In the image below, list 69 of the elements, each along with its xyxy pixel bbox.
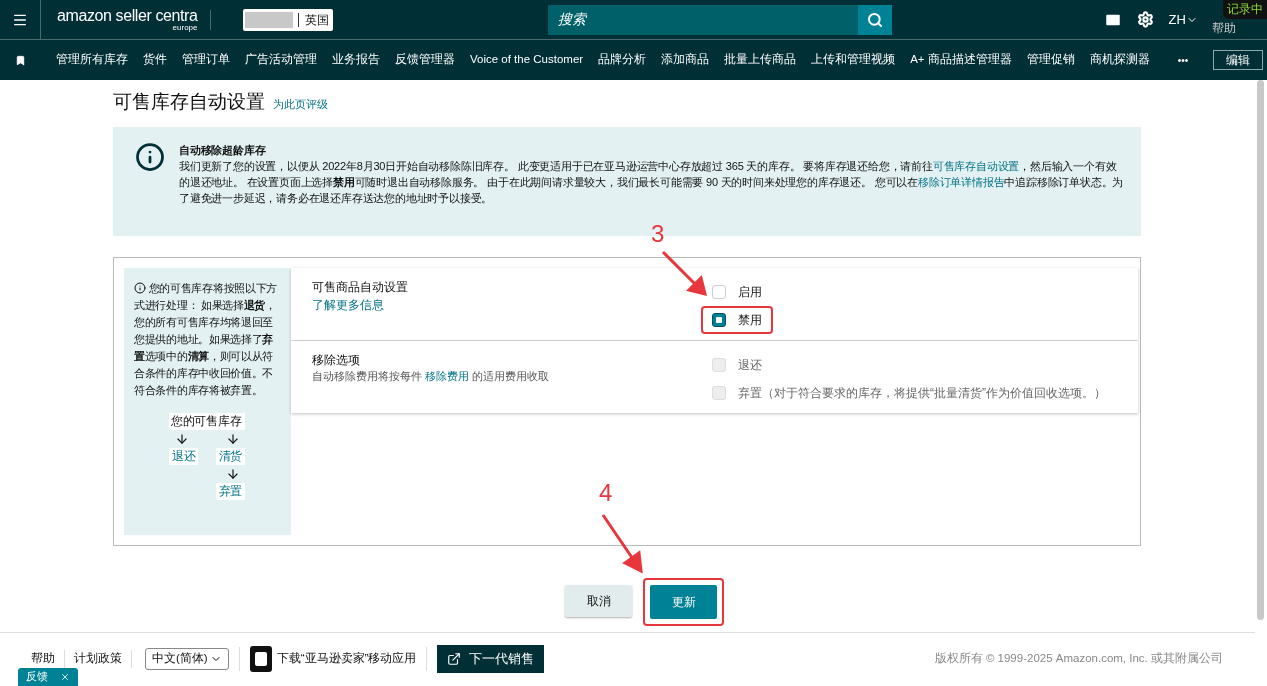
nav-link[interactable]: A+ 商品描述管理器 — [910, 51, 1012, 69]
nav-link[interactable]: 管理所有库存 — [56, 51, 128, 69]
checkbox[interactable] — [712, 312, 726, 327]
nav-link[interactable]: 管理促销 — [1026, 51, 1075, 69]
banner-link[interactable]: 可售库存自动设置 — [932, 159, 1020, 172]
info-icon — [135, 141, 165, 172]
flow-node: 退还 — [169, 447, 199, 465]
nav-link[interactable]: Voice of the Customer — [470, 51, 584, 69]
settings-icon[interactable] — [1136, 11, 1154, 28]
search-input[interactable]: 搜索 — [557, 9, 848, 30]
next-gen-button[interactable]: 下一代销售 — [437, 645, 545, 673]
step-number: 3 — [651, 218, 665, 249]
banner-text: 我们更新了您的设置，以便从 2022年8月30日开始自动移除陈旧库存。 此变更适用于已在亚马逊运营中心存放超过 365 天的库存。 要将库存退还给您，请前往可售库存自动设置，然后输入一个有效的退还地址。 在设置页面上选择禁用可随时退出自动移除服务。 由于在此期间请求量较大，我们最长可能需要 90 天的时间来处理您的库存退还。 您可以在移除订单详情报告中追踪移除订单状态。为了避免进一步延迟，请务必在退还库存送达您的地址时予以接受。 — [179, 158, 1125, 206]
search-icon — [866, 11, 883, 28]
nav-link[interactable]: 反馈管理器 — [395, 51, 455, 69]
logo[interactable]: amazon seller centra europe — [57, 7, 198, 32]
page-title: 可售库存自动设置 — [113, 90, 265, 114]
help-link[interactable]: 帮助 — [1211, 20, 1236, 35]
nav-link[interactable]: 添加商品 — [661, 51, 710, 69]
marketplace-name: 英国 — [304, 11, 329, 29]
setting-description: 自动移除费用将按每件 移除费用 的适用费用收取 — [312, 368, 550, 384]
update-button[interactable]: 更新 — [650, 584, 717, 619]
recording-badge: 记录中 — [1223, 0, 1267, 19]
app-icon — [249, 646, 272, 672]
more-button[interactable]: ••• — [1177, 52, 1189, 68]
external-link-icon — [447, 652, 462, 666]
nav-link[interactable]: 管理订单 — [182, 51, 230, 69]
nav-link[interactable]: 业务报告 — [332, 51, 380, 69]
learn-more-link[interactable]: 了解更多信息 — [312, 297, 384, 312]
close-icon[interactable] — [60, 672, 70, 682]
option-label: 退还 — [738, 356, 762, 374]
feedback-label: 反馈 — [26, 669, 48, 685]
banner-link[interactable]: 移除订单详情报告 — [917, 175, 1005, 188]
language-dropdown[interactable]: ZH — [1168, 9, 1198, 30]
explainer-text: 您的可售库存将按照以下方式进行处理： 如果选择退货，您的所有可售库存均将退回至您提供的地址。如果选择了弃置选项中的清算，则可以从符合条件的库存中收回价值。不符合条件的库存将被弃置。 — [134, 280, 279, 398]
edit-button[interactable]: 编辑 — [1213, 50, 1264, 70]
search-button[interactable] — [857, 4, 892, 35]
cancel-button[interactable]: 取消 — [565, 584, 632, 617]
feedback-tab[interactable]: 反馈 — [18, 668, 78, 686]
copyright: 版权所有 © 1999-2025 Amazon.com, Inc. 或其附属公司 — [934, 651, 1223, 667]
bookmark-icon[interactable] — [15, 54, 26, 66]
rate-page-link[interactable]: 为此页评级 — [273, 96, 328, 113]
footer-link[interactable]: 计划政策 — [74, 650, 132, 668]
marketplace-selector[interactable]: 英国 — [242, 8, 333, 31]
setting-label: 可售商品自动设置 — [312, 278, 409, 296]
nav-link[interactable]: 商机探测器 — [1089, 51, 1150, 69]
language-select[interactable]: 中文(简体) — [145, 648, 229, 670]
option-label: 禁用 — [738, 311, 762, 329]
nav-link[interactable]: 上传和管理视频 — [811, 51, 896, 69]
info-icon — [134, 281, 146, 294]
fee-link[interactable]: 移除费用 — [424, 369, 469, 382]
step-number: 4 — [599, 477, 613, 508]
flow-node: 您的可售库存 — [169, 412, 245, 430]
app-download-link[interactable]: 下载“亚马逊卖家”移动应用 — [276, 650, 417, 668]
nav-link[interactable]: 货件 — [143, 51, 167, 69]
logo-text: amazon seller centra — [57, 7, 198, 24]
banner-title: 自动移除超龄库存 — [179, 142, 267, 158]
nav-link[interactable]: 品牌分析 — [598, 51, 647, 69]
option-label: 弃置（对于符合要求的库存，将提供“批量清货”作为价值回收选项。） — [738, 384, 1106, 402]
setting-label: 移除选项 — [312, 351, 361, 369]
logo-region: europe — [172, 23, 198, 32]
footer-link[interactable]: 帮助 — [31, 650, 65, 668]
option-label: 启用 — [738, 283, 762, 301]
nav-link[interactable]: 广告活动管理 — [245, 51, 317, 69]
blurred-account — [244, 11, 293, 28]
flow-node: 弃置 — [215, 482, 245, 500]
search-field[interactable]: 搜索 — [547, 4, 858, 35]
nav-link[interactable]: 批量上传商品 — [724, 51, 797, 69]
flow-node: 清货 — [215, 447, 245, 465]
